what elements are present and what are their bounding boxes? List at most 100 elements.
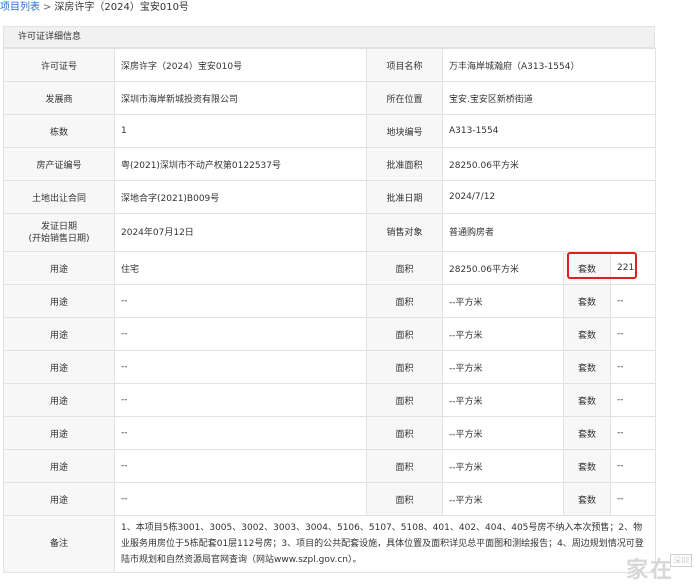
usage-row: 用途 -- 面积 --平方米 套数 -- <box>3 416 657 450</box>
usage-row: 用途 -- 面积 --平方米 套数 -- <box>3 383 657 417</box>
buildings-label: 栋数 <box>3 114 115 148</box>
usage-label: 用途 <box>3 383 115 417</box>
approved-area-label: 批准面积 <box>366 147 443 181</box>
parcel-no-label: 地块编号 <box>366 114 443 148</box>
area-value: --平方米 <box>442 317 564 351</box>
units-value: -- <box>609 317 657 351</box>
section-header: 许可证详细信息 <box>3 26 655 48</box>
table-row: 许可证号 深房许字（2024）宝安010号 项目名称 万丰海岸城瀚府（A313-… <box>3 48 657 82</box>
issue-date-label: 发证日期 (开始销售日期) <box>3 213 115 252</box>
usage-row: 用途 -- 面积 --平方米 套数 -- <box>3 350 657 384</box>
usage-row: 用途 -- 面积 --平方米 套数 -- <box>3 317 657 351</box>
usage-row: 用途 -- 面积 --平方米 套数 -- <box>3 482 657 516</box>
sales-target-value: 普通购房者 <box>441 213 657 252</box>
watermark-small: 深圳 <box>670 554 692 567</box>
area-label: 面积 <box>366 317 443 351</box>
breadcrumb-project-list-link[interactable]: 项目列表 <box>0 2 40 13</box>
usage-label: 用途 <box>3 482 115 516</box>
breadcrumb-current: 深房许字（2024）宝安010号 <box>54 2 189 13</box>
usage-row: 用途 住宅 面积 28250.06平方米 套数 221 <box>3 251 657 285</box>
units-label: 套数 <box>563 350 611 384</box>
cert-no-label: 房产证编号 <box>3 147 115 181</box>
area-label: 面积 <box>366 350 443 384</box>
issue-date-label-line1: 发证日期 <box>40 221 77 232</box>
usage-rows: 用途 住宅 面积 28250.06平方米 套数 221 用途 -- 面积 --平方米 套数 -- 用途 -… <box>3 251 657 516</box>
area-value: 28250.06平方米 <box>442 251 564 285</box>
usage-value: -- <box>114 383 367 417</box>
units-label: 套数 <box>563 449 611 483</box>
area-value: --平方米 <box>442 383 564 417</box>
issue-date-value: 2024年07月12日 <box>114 213 367 252</box>
area-label: 面积 <box>366 416 443 450</box>
usage-label: 用途 <box>3 284 115 318</box>
usage-value: -- <box>114 482 367 516</box>
remarks-label: 备注 <box>3 515 115 573</box>
area-label: 面积 <box>366 449 443 483</box>
table-row: 发展商 深圳市海岸新城投资有限公司 所在位置 宝安.宝安区新桥街道 <box>3 81 657 115</box>
area-value: --平方米 <box>442 284 564 318</box>
units-label: 套数 <box>563 251 611 285</box>
developer-value: 深圳市海岸新城投资有限公司 <box>114 81 367 115</box>
land-contract-label: 土地出让合同 <box>3 180 115 214</box>
usage-value: -- <box>114 317 367 351</box>
table-row: 土地出让合同 深地合字(2021)B009号 批准日期 2024/7/12 <box>3 180 657 214</box>
units-value: 221 <box>609 251 657 285</box>
table-row: 房产证编号 粤(2021)深圳市不动产权第0122537号 批准面积 28250… <box>3 147 657 181</box>
approval-date-label: 批准日期 <box>366 180 443 214</box>
watermark: 家在 深圳 <box>620 552 698 583</box>
usage-label: 用途 <box>3 317 115 351</box>
project-name-label: 项目名称 <box>366 48 443 82</box>
area-label: 面积 <box>366 482 443 516</box>
location-label: 所在位置 <box>366 81 443 115</box>
units-label: 套数 <box>563 284 611 318</box>
area-value: --平方米 <box>442 350 564 384</box>
area-value: --平方米 <box>442 449 564 483</box>
area-label: 面积 <box>366 383 443 417</box>
usage-value: -- <box>114 416 367 450</box>
remarks-value: 1、本项目5栋3001、3005、3002、3003、3004、5106、510… <box>113 515 657 573</box>
units-value: -- <box>609 383 657 417</box>
approval-date-value: 2024/7/12 <box>441 180 657 214</box>
units-value: -- <box>609 449 657 483</box>
usage-value: -- <box>114 449 367 483</box>
table-row: 栋数 1 地块编号 A313-1554 <box>3 114 657 148</box>
sales-target-label: 销售对象 <box>366 213 443 252</box>
usage-value: -- <box>114 284 367 318</box>
cert-no-value: 粤(2021)深圳市不动产权第0122537号 <box>114 147 367 181</box>
units-label: 套数 <box>563 482 611 516</box>
usage-row: 用途 -- 面积 --平方米 套数 -- <box>3 284 657 318</box>
permit-no-value: 深房许字（2024）宝安010号 <box>114 48 367 82</box>
area-value: --平方米 <box>442 482 564 516</box>
units-value: -- <box>609 350 657 384</box>
approved-area-value: 28250.06平方米 <box>441 147 657 181</box>
units-value: -- <box>609 482 657 516</box>
permit-detail-table: 许可证号 深房许字（2024）宝安010号 项目名称 万丰海岸城瀚府（A313-… <box>3 48 657 573</box>
area-value: --平方米 <box>442 416 564 450</box>
breadcrumb: 项目列表 > 深房许字（2024）宝安010号 <box>0 0 189 18</box>
usage-label: 用途 <box>3 251 115 285</box>
breadcrumb-separator: > <box>43 2 52 13</box>
units-value: -- <box>609 416 657 450</box>
project-name-value: 万丰海岸城瀚府（A313-1554） <box>441 48 657 82</box>
usage-value: 住宅 <box>114 251 367 285</box>
permit-no-label: 许可证号 <box>3 48 115 82</box>
issue-date-label-line2: (开始销售日期) <box>28 233 90 244</box>
watermark-text: 家在 <box>626 557 675 583</box>
usage-row: 用途 -- 面积 --平方米 套数 -- <box>3 449 657 483</box>
usage-label: 用途 <box>3 350 115 384</box>
units-label: 套数 <box>563 416 611 450</box>
location-value: 宝安.宝安区新桥街道 <box>441 81 657 115</box>
units-label: 套数 <box>563 383 611 417</box>
usage-label: 用途 <box>3 449 115 483</box>
units-label: 套数 <box>563 317 611 351</box>
usage-label: 用途 <box>3 416 115 450</box>
table-row: 发证日期 (开始销售日期) 2024年07月12日 销售对象 普通购房者 <box>3 213 657 252</box>
buildings-value: 1 <box>114 114 367 148</box>
units-value: -- <box>609 284 657 318</box>
developer-label: 发展商 <box>3 81 115 115</box>
parcel-no-value: A313-1554 <box>441 114 657 148</box>
table-row: 备注 1、本项目5栋3001、3005、3002、3003、3004、5106、… <box>3 515 657 573</box>
usage-value: -- <box>114 350 367 384</box>
area-label: 面积 <box>366 251 443 285</box>
area-label: 面积 <box>366 284 443 318</box>
